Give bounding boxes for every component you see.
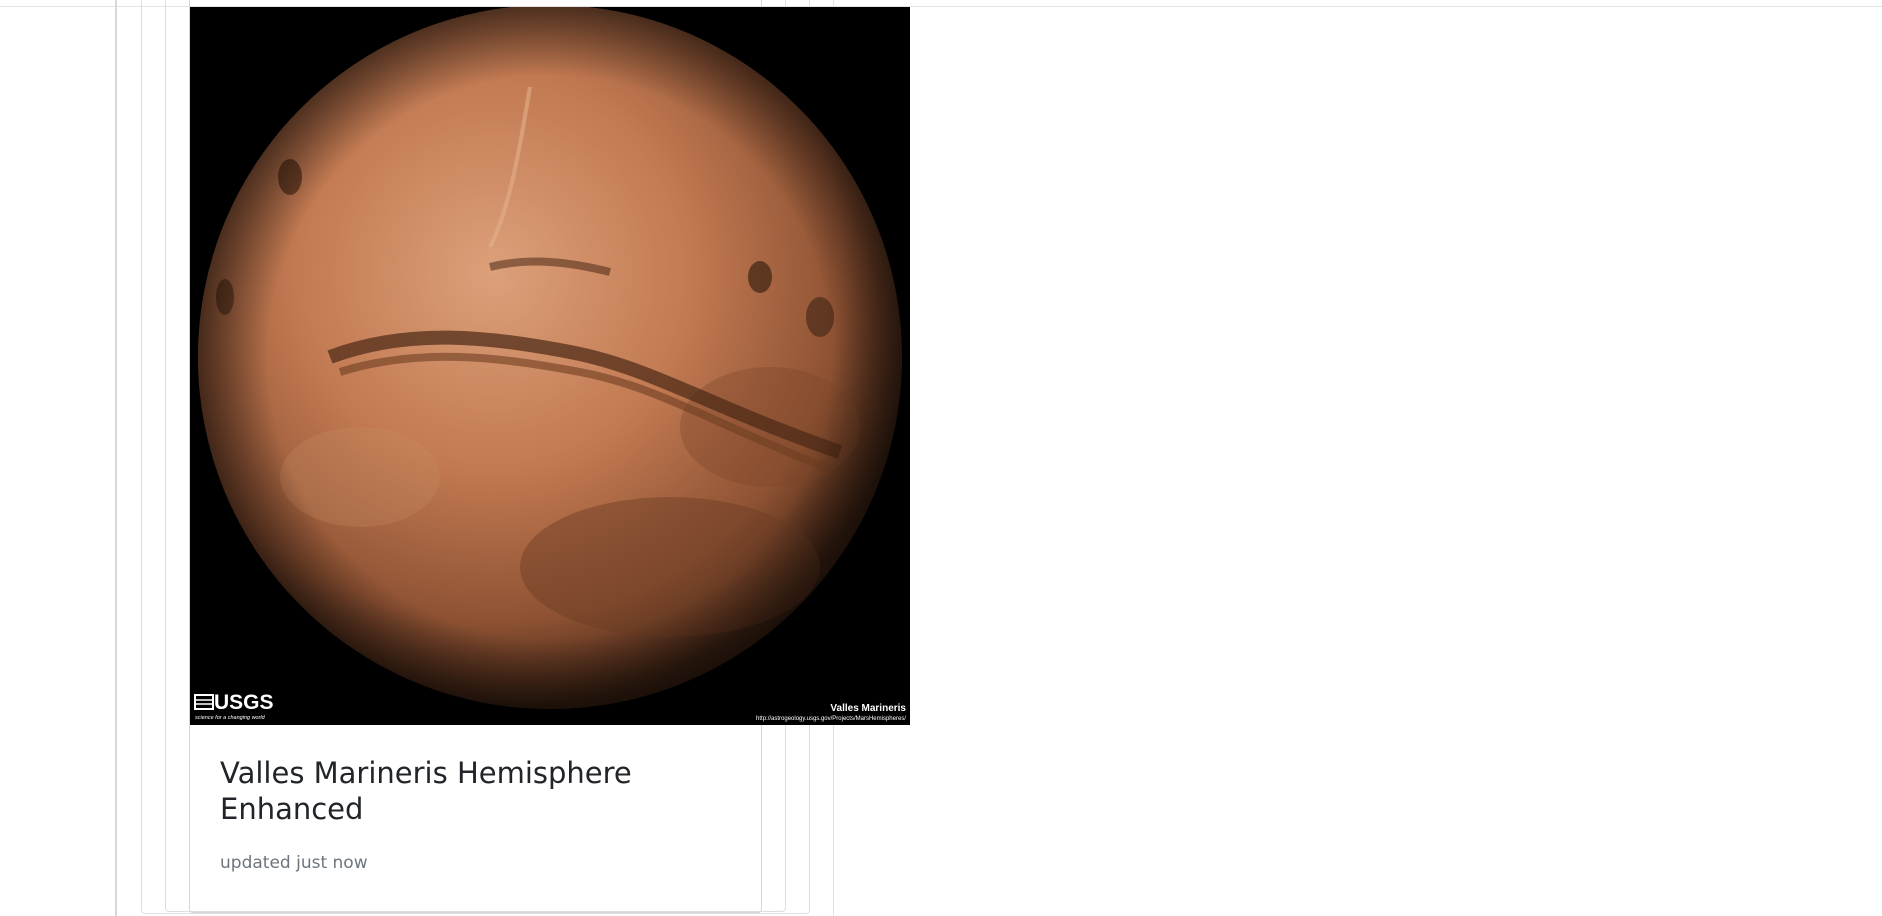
card-title[interactable]: Valles Marineris Hemisphere Enhanced bbox=[220, 755, 740, 827]
image-caption-url: http://astrogeology.usgs.gov/Projects/Ma… bbox=[756, 716, 906, 722]
card-updated-text: updated just now bbox=[220, 853, 368, 873]
card-body: Valles Marineris Hemisphere Enhanced upd… bbox=[220, 755, 740, 873]
image-caption-title: Valles Marineris bbox=[830, 703, 906, 714]
svg-text:USGS: USGS bbox=[214, 691, 274, 714]
mars-hemisphere-image[interactable]: USGS science for a changing world Valles… bbox=[190, 7, 910, 725]
svg-text:science for a changing world: science for a changing world bbox=[195, 715, 266, 721]
